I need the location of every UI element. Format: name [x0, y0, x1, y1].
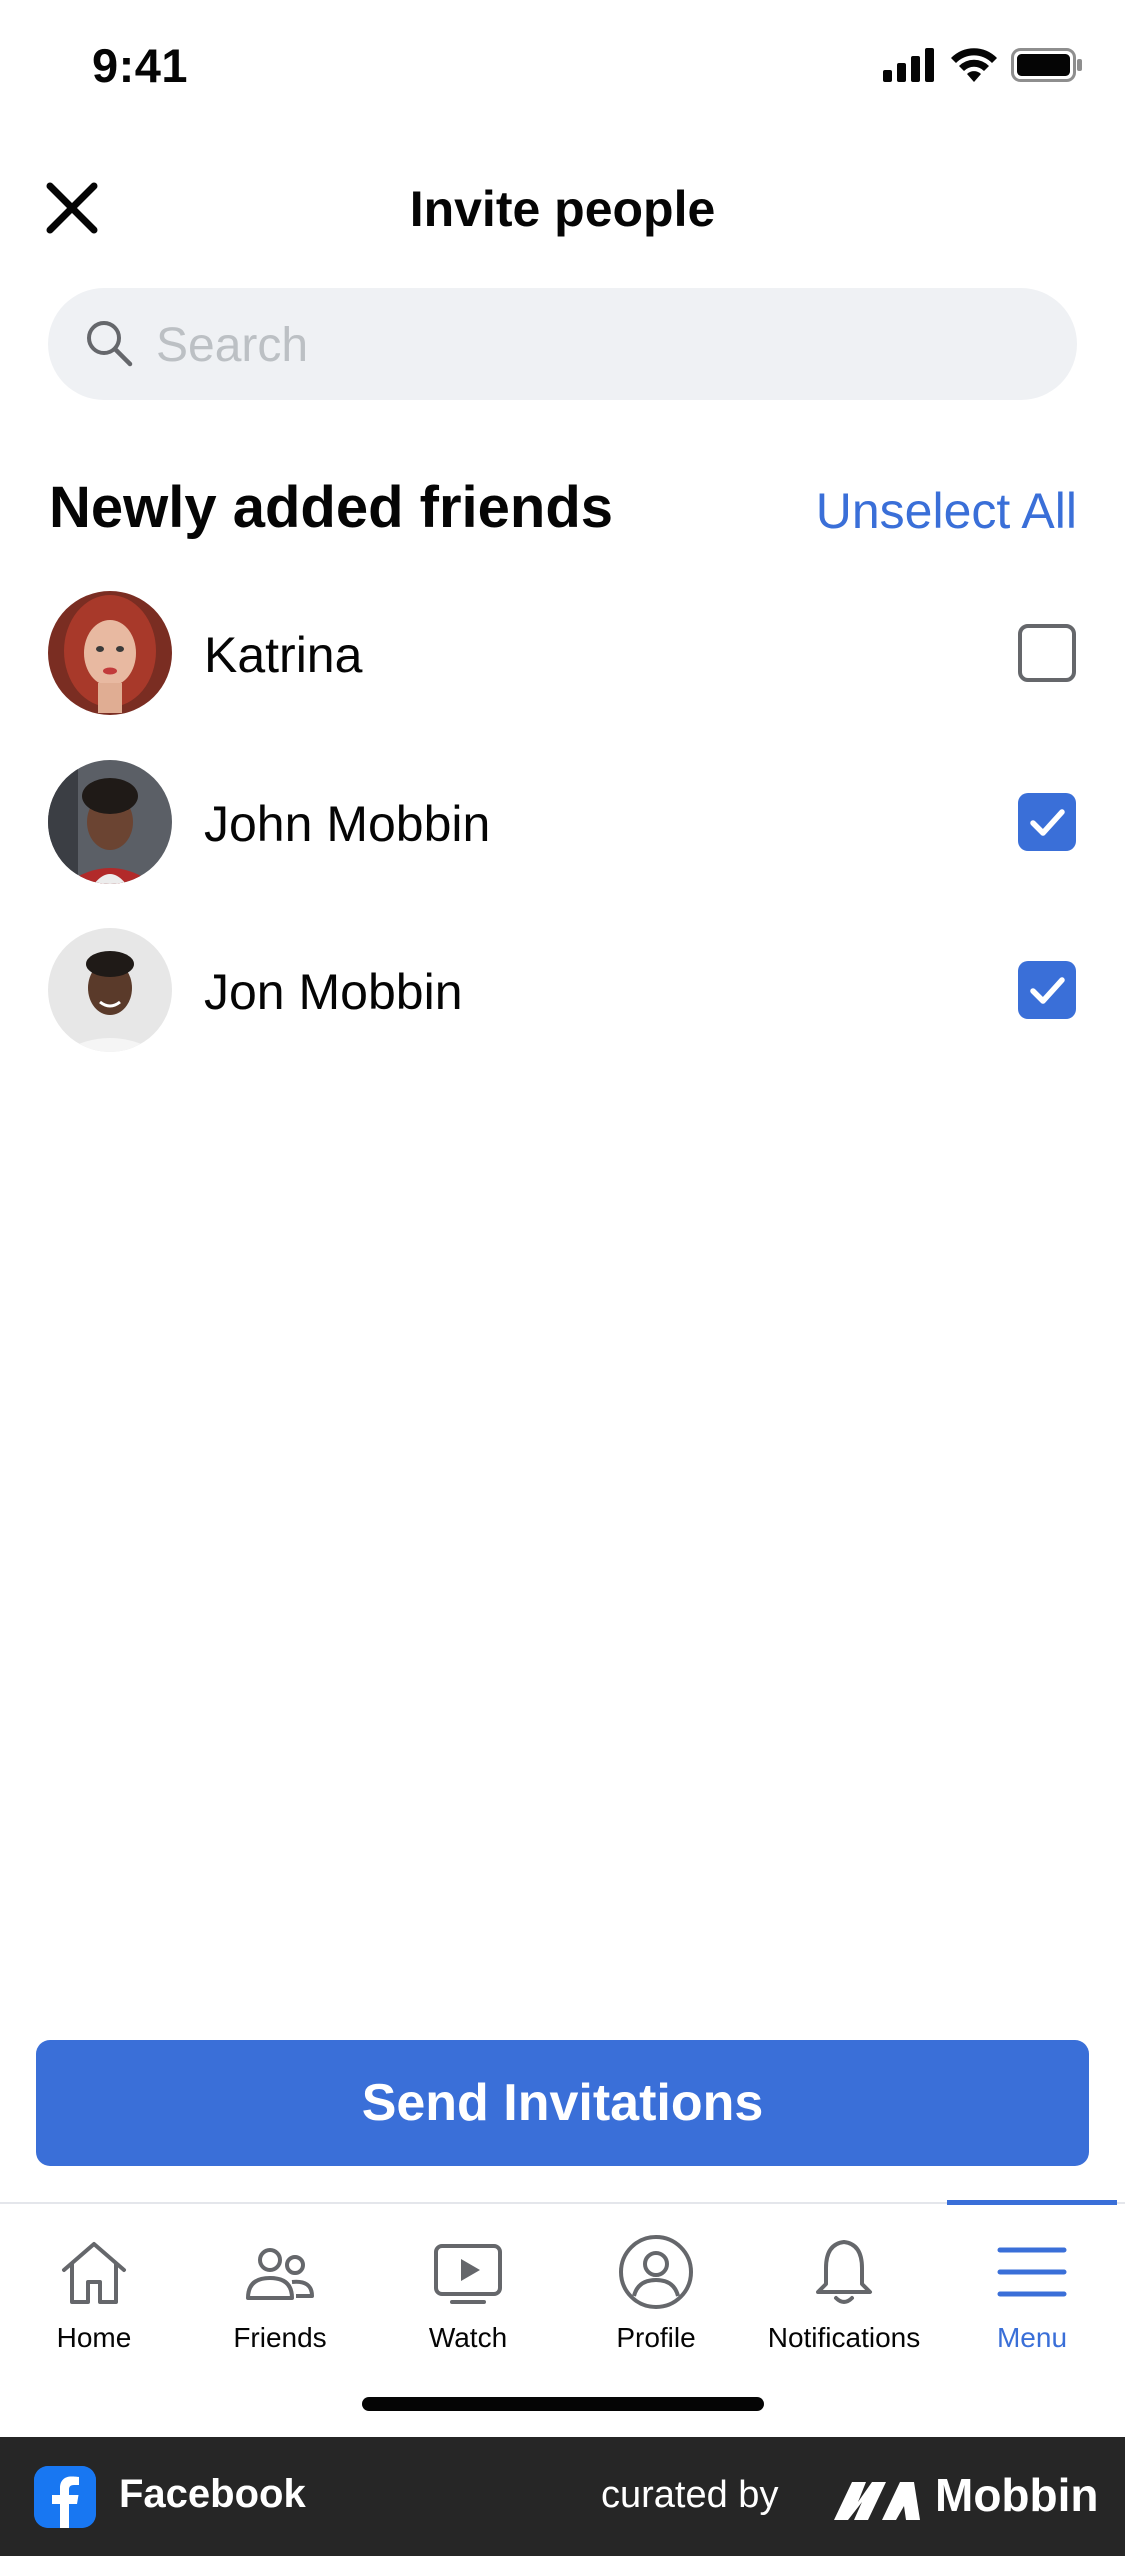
menu-icon: [997, 2247, 1067, 2297]
tab-label: Watch: [428, 2322, 508, 2353]
tab-friends[interactable]: Friends: [186, 2218, 374, 2358]
section-title: Newly added friends: [49, 475, 614, 540]
page-title: Invite people: [409, 181, 716, 237]
status-time: 9:41: [92, 39, 189, 92]
friend-row[interactable]: Katrina: [0, 578, 1125, 728]
friend-checkbox[interactable]: [1018, 961, 1076, 1019]
tab-menu[interactable]: Menu: [938, 2218, 1125, 2358]
avatar: [48, 928, 172, 1052]
checkmark-icon: [1030, 809, 1065, 836]
bell-icon: [816, 2240, 872, 2304]
home-icon: [62, 2242, 126, 2304]
tab-label: Friends: [233, 2322, 327, 2353]
status-icons: [883, 48, 1083, 82]
tab-watch[interactable]: Watch: [374, 2218, 562, 2358]
tab-label: Menu: [996, 2322, 1068, 2353]
friend-name: Katrina: [204, 627, 363, 683]
friend-row[interactable]: John Mobbin: [0, 747, 1125, 897]
footer-brand: Mobbin: [935, 2469, 1099, 2521]
tab-label: Profile: [616, 2322, 696, 2353]
tab-label: Home: [56, 2322, 132, 2353]
watch-icon: [434, 2244, 502, 2304]
battery-icon: [1011, 48, 1082, 82]
friends-icon: [246, 2248, 314, 2300]
search-input[interactable]: [154, 300, 1038, 390]
active-tab-indicator: [947, 2200, 1117, 2205]
tab-profile[interactable]: Profile: [562, 2218, 750, 2358]
facebook-logo-icon: [34, 2466, 96, 2528]
tab-label: Notifications: [767, 2322, 921, 2353]
avatar: [48, 760, 172, 884]
send-invitations-button[interactable]: Send Invitations: [36, 2040, 1089, 2166]
friend-name: John Mobbin: [204, 796, 491, 852]
friend-checkbox[interactable]: [1018, 793, 1076, 851]
footer-curated-by: curated by: [601, 2474, 779, 2516]
search-icon: [87, 321, 133, 367]
mobbin-logo-icon: [834, 2482, 920, 2520]
profile-icon: [619, 2235, 693, 2309]
avatar: [48, 591, 172, 715]
home-indicator: [362, 2397, 764, 2411]
checkmark-icon: [1030, 977, 1065, 1004]
tab-notifications[interactable]: Notifications: [750, 2218, 938, 2358]
wifi-icon: [951, 48, 997, 82]
signal-icon: [883, 48, 934, 82]
unselect-all-button[interactable]: Unselect All: [816, 482, 1077, 540]
friend-name: Jon Mobbin: [204, 964, 463, 1020]
tab-home[interactable]: Home: [0, 2218, 188, 2358]
friend-row[interactable]: Jon Mobbin: [0, 915, 1125, 1065]
friend-checkbox[interactable]: [1018, 624, 1076, 682]
footer-app-name: Facebook: [119, 2472, 306, 2516]
